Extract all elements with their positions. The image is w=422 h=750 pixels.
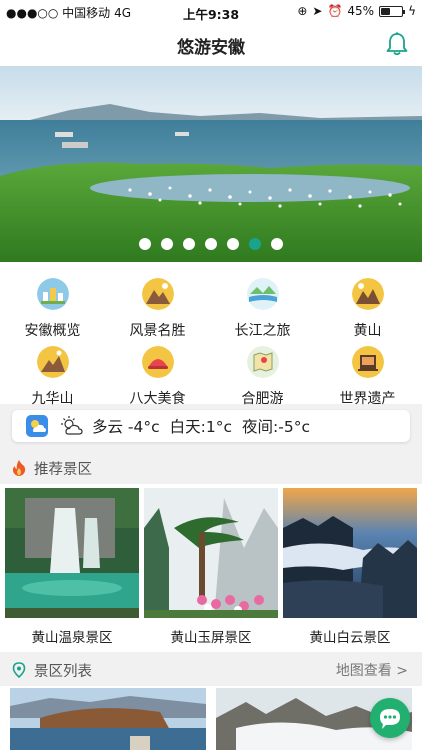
list-item[interactable] [10, 688, 206, 750]
banner-carousel[interactable] [0, 66, 422, 262]
mountain-icon [351, 278, 384, 310]
recommended-card-title: 黄山温泉景区 [31, 630, 113, 646]
category-item[interactable]: 安徽概览 [0, 278, 105, 340]
recommended-card[interactable]: 黄山玉屏景区 [144, 488, 278, 646]
recommended-header: 推荐景区 [0, 450, 422, 486]
map-view-link[interactable]: 地图查看 > [336, 660, 408, 680]
partly-cloudy-icon [61, 416, 83, 435]
battery-percent: 45% [347, 4, 375, 18]
carousel-dot[interactable] [139, 238, 151, 250]
category-item[interactable]: 合肥游 [210, 346, 315, 408]
category-label: 八大美食 [129, 391, 186, 407]
category-item[interactable]: 风景名胜 [105, 278, 210, 340]
category-label: 世界遗产 [339, 391, 396, 407]
mountain-icon [36, 346, 69, 378]
recommended-card[interactable]: 黄山白云景区 [283, 488, 417, 646]
carousel-dot[interactable] [161, 238, 173, 250]
carousel-dots[interactable] [0, 238, 422, 250]
weather-day: 白天:1°c [169, 418, 233, 436]
mountain-icon [141, 278, 174, 310]
lock-rotation-icon: ⊕ [297, 4, 308, 18]
category-label: 风景名胜 [129, 323, 186, 339]
recommended-list: 黄山温泉景区 黄山玉屏景区 黄山白云景区 [0, 484, 422, 652]
waterfall-photo [5, 488, 139, 618]
recommended-card-title: 黄山白云景区 [309, 630, 391, 646]
heritage-icon [351, 346, 384, 378]
carousel-dot[interactable] [227, 238, 239, 250]
category-grid: 安徽概览 风景名胜 长江之旅 黄山 九华山 八大美食 合肥游 世界遗产 [0, 262, 422, 407]
recommended-title: 推荐景区 [34, 461, 92, 478]
scenic-list [0, 686, 422, 750]
category-item[interactable]: 九华山 [0, 346, 105, 408]
category-label: 合肥游 [241, 391, 284, 407]
carousel-dot[interactable] [249, 238, 261, 250]
category-item[interactable]: 长江之旅 [210, 278, 315, 340]
charging-icon: ϟ [408, 4, 416, 18]
recommended-card[interactable]: 黄山温泉景区 [5, 488, 139, 646]
location-pin-icon [12, 662, 26, 678]
category-item[interactable]: 世界遗产 [315, 346, 420, 408]
fire-icon [12, 460, 26, 476]
category-label: 黄山 [353, 323, 382, 339]
river-icon [246, 278, 279, 310]
sea-of-clouds-photo [283, 488, 417, 618]
carousel-dot[interactable] [271, 238, 283, 250]
carousel-dot[interactable] [183, 238, 195, 250]
category-item[interactable]: 八大美食 [105, 346, 210, 408]
status-bar: ●●●○○ 中国移动 4G 上午9:38 ⊕ ➤ ⏰ 45% ϟ [0, 0, 422, 22]
battery-icon [379, 5, 406, 17]
food-icon [141, 346, 174, 378]
weather-app-icon [26, 415, 48, 437]
scenic-list-header: 景区列表 地图查看 > [0, 652, 422, 688]
chat-bubble-icon[interactable] [370, 698, 410, 738]
weather-bar[interactable]: 多云 -4°c 白天:1°c 夜间:-5°c [12, 410, 410, 442]
category-label: 九华山 [31, 391, 74, 407]
lake-with-birds-photo [0, 66, 422, 262]
category-label: 长江之旅 [234, 323, 291, 339]
page-title: 悠游安徽 [177, 38, 245, 58]
pine-tree-photo [144, 488, 278, 618]
city-icon [36, 278, 69, 310]
bell-icon[interactable] [384, 31, 410, 57]
map-icon [246, 346, 279, 378]
weather-condition: 多云 -4°c [92, 418, 160, 436]
category-item[interactable]: 黄山 [315, 278, 420, 340]
location-icon: ➤ [312, 4, 323, 18]
alarm-icon: ⏰ [327, 4, 343, 18]
recommended-card-title: 黄山玉屏景区 [170, 630, 252, 646]
carousel-dot[interactable] [205, 238, 217, 250]
weather-night: 夜间:-5°c [242, 418, 310, 436]
lake-island-photo [10, 688, 206, 750]
nav-bar: 悠游安徽 [0, 22, 422, 66]
scenic-list-title: 景区列表 [34, 663, 92, 680]
category-label: 安徽概览 [24, 323, 81, 339]
